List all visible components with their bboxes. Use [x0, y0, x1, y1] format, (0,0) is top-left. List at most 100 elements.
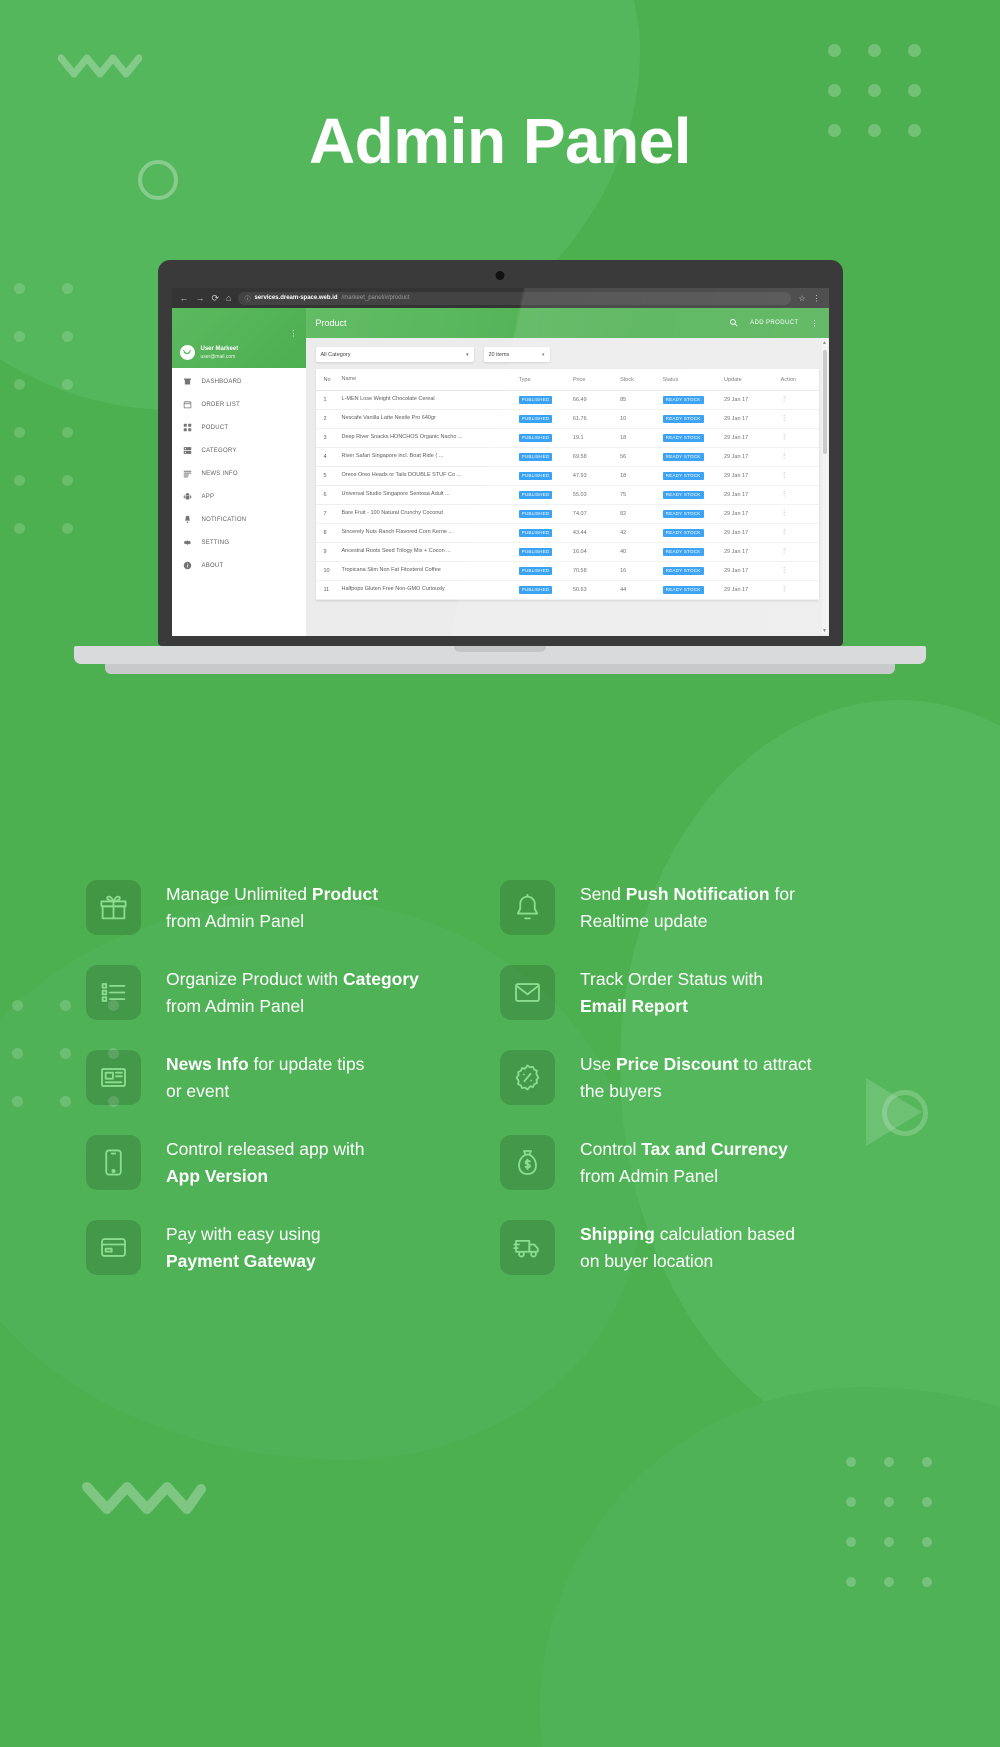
table-row[interactable]: 4 River Safari Singapore incl. Boat Ride …: [315, 447, 819, 467]
cell-type: PUBLISHED: [518, 523, 573, 543]
cell-action[interactable]: ⋮: [780, 523, 819, 543]
table-row[interactable]: 7 Bare Fruit - 100 Natural Crunchy Coconu…: [315, 504, 819, 524]
vertical-scrollbar[interactable]: ▲ ▼: [821, 340, 828, 634]
cell-no: 10: [315, 561, 342, 581]
back-icon[interactable]: ←: [180, 293, 189, 303]
scroll-up-arrow-icon[interactable]: ▲: [822, 340, 827, 346]
category-select[interactable]: All Category ▾: [315, 347, 474, 362]
scrollbar-thumb[interactable]: [822, 350, 827, 454]
column-header-no: No: [315, 369, 342, 391]
feature-text: Control Tax and Currency from Admin Panel: [580, 1138, 788, 1186]
cell-action[interactable]: ⋮: [780, 409, 819, 429]
table-row[interactable]: 9 Ancestral Roots Seed Trilogy Mix + Coco…: [315, 542, 819, 562]
type-badge: PUBLISHED: [518, 452, 553, 461]
sidebar-item-notification[interactable]: NOTIFICATION: [172, 508, 306, 531]
status-badge: READY STOCK: [662, 471, 704, 480]
sidebar-item-label: NOTIFICATION: [201, 516, 247, 523]
row-menu-icon[interactable]: ⋮: [781, 415, 788, 422]
cell-no: 9: [315, 542, 342, 562]
cell-update: 29 Jan 17: [724, 580, 781, 600]
cell-action[interactable]: ⋮: [780, 485, 819, 505]
type-badge: PUBLISHED: [518, 528, 553, 537]
url-path: /markeet_panel/#/product: [341, 295, 410, 301]
forward-icon[interactable]: →: [196, 293, 205, 303]
cell-status: READY STOCK: [662, 409, 724, 429]
cell-action[interactable]: ⋮: [780, 466, 819, 486]
table-row[interactable]: 5 Oreos Oreo Heads or Tails DOUBLE STUF C…: [315, 466, 819, 486]
cell-status: READY STOCK: [662, 523, 724, 543]
sidebar: User Markeet user@mail.com ⋮ DASHBOARD O…: [171, 308, 306, 636]
row-menu-icon[interactable]: ⋮: [781, 529, 788, 536]
sidebar-item-setting[interactable]: SETTING: [172, 531, 306, 554]
feature-text: Use Price Discount to attract the buyers: [580, 1053, 812, 1101]
feature-text: Pay with easy using Payment Gateway: [166, 1223, 321, 1271]
cell-action[interactable]: ⋮: [780, 561, 819, 581]
scroll-down-arrow-icon[interactable]: ▼: [822, 628, 827, 634]
feature-text: Organize Product with Category from Admin…: [166, 968, 419, 1016]
sidebar-user-menu-icon[interactable]: ⋮: [290, 330, 298, 338]
table-row[interactable]: 1 L-MEN Lose Weight Chocolate Cereal PUBLI…: [315, 390, 819, 410]
cell-status: READY STOCK: [662, 561, 724, 581]
sidebar-item-order-list[interactable]: ORDER LIST: [172, 393, 306, 416]
row-menu-icon[interactable]: ⋮: [781, 396, 788, 403]
dot-grid-bottom-right: [846, 1457, 960, 1617]
home-icon[interactable]: ⌂: [226, 293, 231, 303]
cell-type: PUBLISHED: [518, 561, 573, 581]
type-badge: PUBLISHED: [518, 414, 553, 423]
row-menu-icon[interactable]: ⋮: [781, 567, 788, 574]
cell-action[interactable]: ⋮: [780, 447, 819, 467]
cell-status: READY STOCK: [662, 504, 724, 524]
sidebar-item-news-info[interactable]: NEWS INFO: [172, 462, 306, 485]
row-menu-icon[interactable]: ⋮: [781, 453, 788, 460]
table-row[interactable]: 3 Deep River Snacks HONCHOS Organic Nacho…: [315, 428, 819, 448]
app-bar-menu-icon[interactable]: ⋮: [811, 319, 819, 328]
cell-action[interactable]: ⋮: [780, 428, 819, 448]
sidebar-item-about[interactable]: ABOUT: [172, 554, 306, 577]
user-email: user@mail.com: [200, 353, 236, 360]
cell-no: 8: [315, 523, 342, 543]
cell-price: 55.03: [572, 485, 621, 505]
type-badge: PUBLISHED: [518, 395, 553, 404]
page-title: Admin Panel: [308, 105, 692, 177]
sidebar-item-app[interactable]: APP: [172, 485, 306, 508]
row-menu-icon[interactable]: ⋮: [781, 472, 788, 479]
bookmark-star-icon[interactable]: ☆: [798, 294, 805, 303]
column-header-type: Type: [518, 369, 573, 391]
table-row[interactable]: 2 Nescafe Vanilla Latte Nestle Pro 640gr P…: [315, 409, 819, 429]
sidebar-item-category[interactable]: CATEGORY: [172, 439, 306, 462]
envelope-icon: [500, 965, 555, 1020]
column-header-status: Status: [662, 369, 724, 391]
row-menu-icon[interactable]: ⋮: [781, 510, 788, 517]
sidebar-item-product[interactable]: PODUCT: [172, 416, 306, 439]
sidebar-item-dashboard[interactable]: DASHBOARD: [172, 370, 306, 393]
product-table-card: No Name Type Price Stock Status Update A…: [315, 369, 819, 600]
add-product-button[interactable]: ADD PRODUCT: [750, 320, 798, 326]
site-info-icon[interactable]: ⓘ: [244, 294, 250, 303]
cell-action[interactable]: ⋮: [780, 390, 819, 410]
row-menu-icon[interactable]: ⋮: [781, 548, 788, 555]
cell-name: River Safari Singapore incl. Boat Ride (…: [341, 447, 519, 467]
row-menu-icon[interactable]: ⋮: [781, 491, 788, 498]
search-icon[interactable]: [729, 314, 738, 332]
feature-text: Send Push Notification for Realtime updat…: [580, 883, 795, 931]
table-row[interactable]: 8 Sincerely Nuts Ranch Flavored Corn Kern…: [315, 523, 819, 543]
cell-price: 70.58: [572, 561, 621, 581]
sidebar-user-header[interactable]: User Markeet user@mail.com ⋮: [171, 308, 306, 368]
browser-menu-icon[interactable]: ⋮: [813, 294, 821, 303]
cell-name: Halfpops Gluten Free Non-GMO Curiously: [341, 580, 519, 600]
cell-action[interactable]: ⋮: [780, 580, 819, 600]
row-menu-icon[interactable]: ⋮: [781, 586, 788, 593]
table-row[interactable]: 6 Universal Studio Singapore Sentosa Adul…: [315, 485, 819, 505]
info-icon: [182, 561, 193, 570]
items-per-page-select[interactable]: 20 items ▾: [483, 347, 550, 362]
table-row[interactable]: 10 Tropicana Slim Non Fat Fitosterol Coff…: [315, 561, 819, 581]
cell-action[interactable]: ⋮: [780, 542, 819, 562]
cell-stock: 75: [620, 485, 663, 505]
address-bar[interactable]: ⓘ services.dream-space.web.id/markeet_pa…: [238, 291, 792, 305]
table-row[interactable]: 11 Halfpops Gluten Free Non-GMO Curiously…: [315, 580, 819, 600]
avatar: [179, 345, 195, 360]
row-menu-icon[interactable]: ⋮: [781, 434, 788, 441]
cell-status: READY STOCK: [662, 485, 724, 505]
cell-action[interactable]: ⋮: [780, 504, 819, 524]
reload-icon[interactable]: ⟳: [212, 293, 220, 303]
